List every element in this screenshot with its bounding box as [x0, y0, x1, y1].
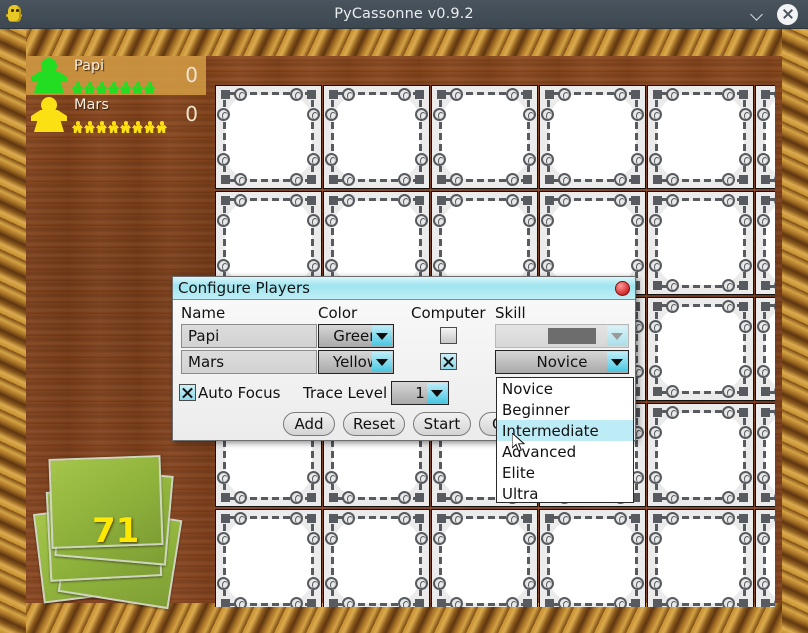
meeple-token — [120, 82, 131, 94]
chevron-down-icon — [427, 383, 447, 403]
meeple-supply — [72, 121, 167, 133]
meeple-app-icon — [2, 1, 28, 27]
board-tile[interactable] — [755, 85, 775, 189]
dialog-title: Configure Players — [178, 279, 310, 297]
auto-focus-label: Auto Focus — [198, 384, 281, 402]
skill-option-advanced[interactable]: Advanced — [497, 441, 633, 462]
board-tile[interactable] — [647, 297, 754, 401]
column-header-computer: Computer — [411, 304, 486, 322]
trace-level-label: Trace Level — [303, 384, 388, 402]
meeple-token — [156, 121, 167, 133]
dialog-titlebar: Configure Players — [173, 277, 635, 300]
board-tile[interactable] — [323, 85, 430, 189]
board-tile[interactable] — [215, 509, 322, 607]
board-tile[interactable] — [431, 509, 538, 607]
meeple-icon — [31, 97, 67, 132]
board-tile[interactable] — [323, 509, 430, 607]
game-area: Papi 0 Mars 0 71 Configure Players Name … — [0, 29, 808, 633]
meeple-token — [84, 121, 95, 133]
meeple-token — [96, 82, 107, 94]
column-header-name: Name — [181, 304, 226, 322]
meeple-token — [72, 82, 83, 94]
skill-option-beginner[interactable]: Beginner — [497, 399, 633, 420]
dialog-body: Name Color Computer Skill Papi Green Mar… — [173, 300, 635, 436]
player-skill-value: Novice — [536, 353, 588, 371]
meeple-token — [108, 82, 119, 94]
meeple-supply — [72, 82, 155, 94]
close-icon[interactable] — [777, 3, 798, 25]
player-score: 0 — [185, 102, 198, 126]
player-color-select[interactable]: Yellow — [318, 350, 394, 374]
skill-option-elite[interactable]: Elite — [497, 462, 633, 483]
board-tile[interactable] — [215, 85, 322, 189]
frame-right-border — [782, 29, 808, 633]
player-name: Mars — [74, 97, 109, 113]
players-panel: Papi 0 Mars 0 — [26, 56, 206, 134]
meeple-token — [132, 82, 143, 94]
meeple-token — [72, 121, 83, 133]
window-controls — [749, 3, 808, 25]
board-tile[interactable] — [755, 297, 775, 401]
skill-option-intermediate[interactable]: Intermediate — [497, 420, 633, 441]
frame-top-border — [0, 29, 808, 56]
column-header-skill: Skill — [495, 304, 526, 322]
frame-left-border — [0, 29, 26, 633]
player-name-input[interactable]: Mars — [181, 350, 317, 374]
chevron-down-icon — [372, 352, 392, 372]
meeple-token — [144, 82, 155, 94]
chevron-down-icon — [607, 326, 627, 346]
meeple-token — [84, 82, 95, 94]
meeple-token — [120, 121, 131, 133]
meeple-token — [108, 121, 119, 133]
board-tile[interactable] — [647, 403, 754, 507]
auto-focus-checkbox[interactable] — [179, 384, 196, 401]
trace-level-select[interactable]: 1 — [391, 381, 449, 405]
board-tile[interactable] — [539, 85, 646, 189]
meeple-token — [96, 121, 107, 133]
column-header-color: Color — [318, 304, 358, 322]
window-title: PyCassonne v0.9.2 — [334, 6, 474, 22]
skill-option-ultra[interactable]: Ultra — [497, 483, 633, 504]
player-score: 0 — [185, 63, 198, 87]
chevron-down-icon — [607, 352, 627, 372]
dialog-close-icon[interactable] — [615, 280, 630, 296]
board-tile[interactable] — [755, 191, 775, 295]
computer-checkbox[interactable] — [440, 353, 457, 370]
frame-bottom-border — [0, 603, 808, 633]
window-titlebar: PyCassonne v0.9.2 — [0, 0, 808, 29]
reset-button[interactable]: Reset — [343, 412, 405, 436]
player-skill-select-disabled — [495, 324, 629, 348]
chevron-down-icon[interactable] — [749, 5, 767, 23]
board-tile[interactable] — [647, 191, 754, 295]
chevron-down-icon — [372, 326, 392, 346]
skill-option-novice[interactable]: Novice — [497, 378, 633, 399]
player-color-select[interactable]: Green — [318, 324, 394, 348]
player-name-input[interactable]: Papi — [181, 324, 317, 348]
board-tile[interactable] — [755, 509, 775, 607]
meeple-token — [132, 121, 143, 133]
board-tile[interactable] — [431, 85, 538, 189]
player-skill-select[interactable]: Novice — [495, 350, 629, 374]
start-button[interactable]: Start — [413, 412, 471, 436]
tile-deck[interactable]: 71 — [32, 449, 204, 610]
board-tile[interactable] — [647, 85, 754, 189]
player-row[interactable]: Mars 0 — [26, 95, 206, 134]
trace-level-value: 1 — [415, 384, 425, 402]
add-button[interactable]: Add — [283, 412, 335, 436]
board-tile[interactable] — [539, 509, 646, 607]
deck-count: 71 — [92, 511, 140, 551]
computer-checkbox[interactable] — [440, 327, 457, 344]
player-name: Papi — [74, 58, 105, 74]
board-tile[interactable] — [755, 403, 775, 507]
meeple-icon — [31, 58, 67, 93]
meeple-token — [144, 121, 155, 133]
skill-dropdown-list[interactable]: Novice Beginner Intermediate Advanced Elite U… — [496, 377, 634, 503]
player-row[interactable]: Papi 0 — [26, 56, 206, 95]
board-tile[interactable] — [647, 509, 754, 607]
